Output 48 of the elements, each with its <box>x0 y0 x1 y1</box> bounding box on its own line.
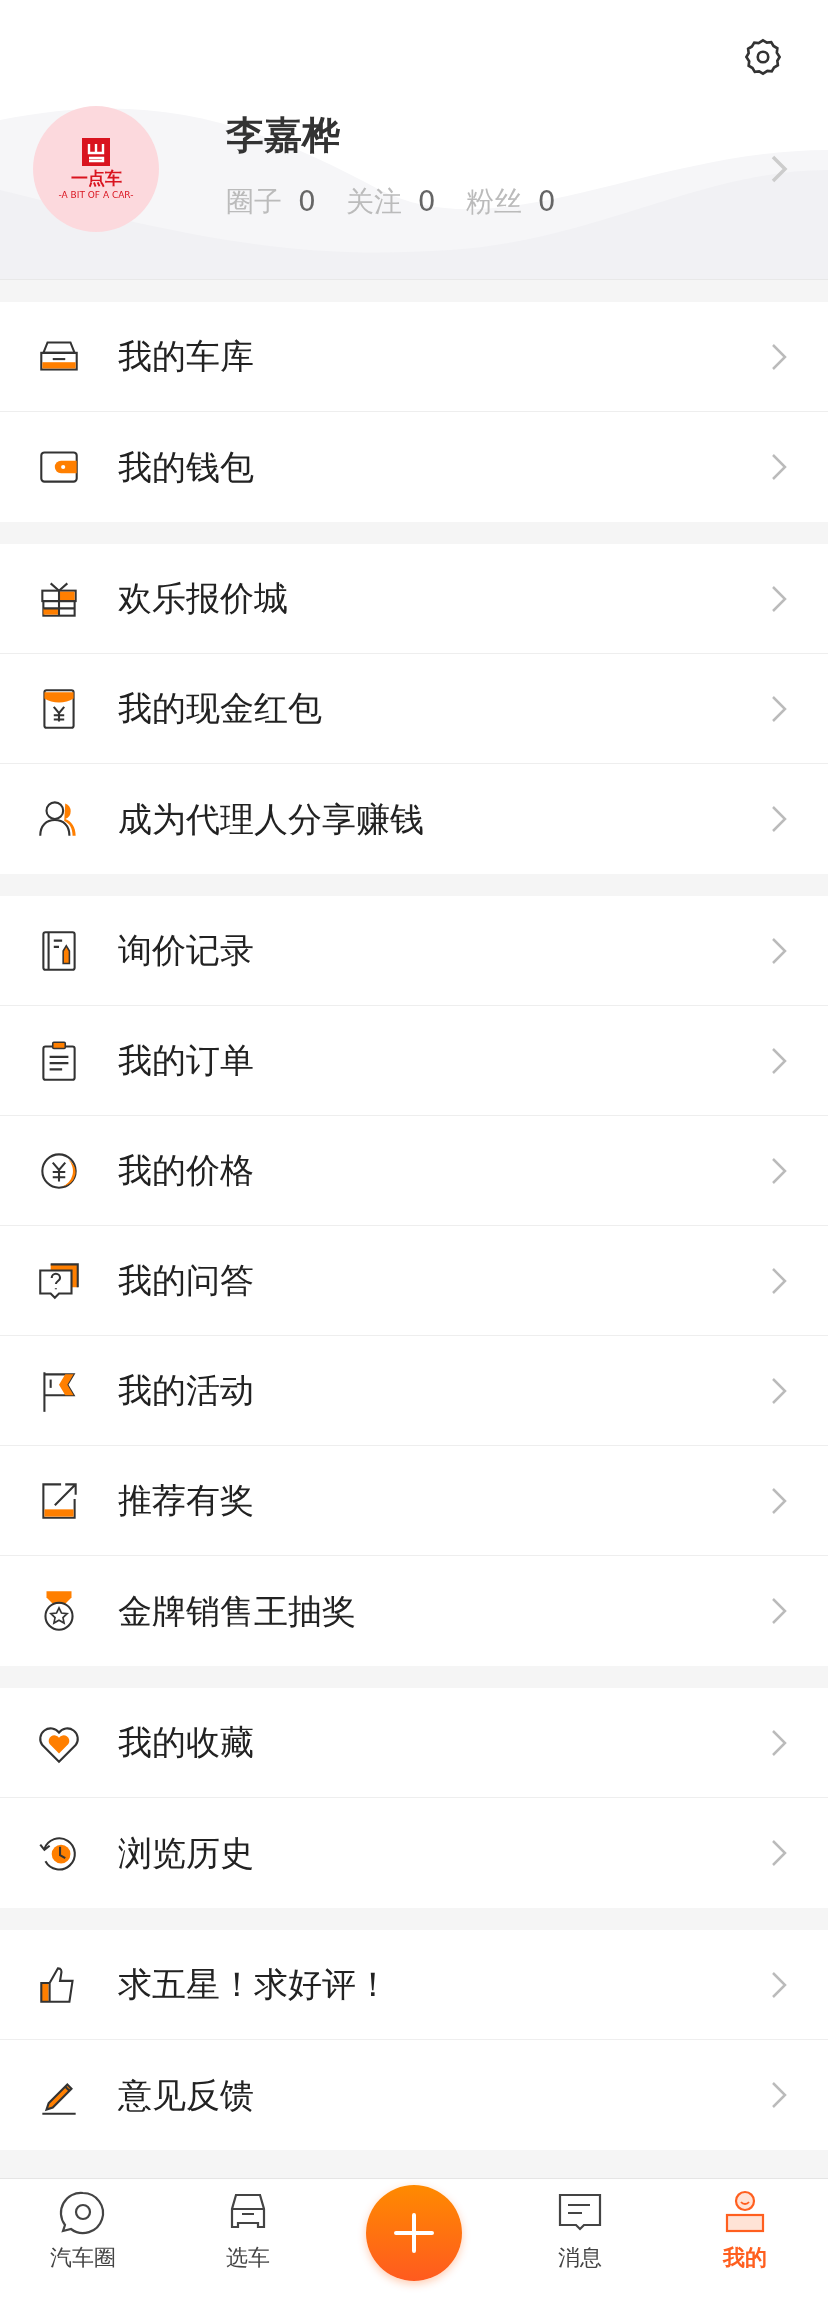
add-button[interactable] <box>366 2185 462 2281</box>
menu-item[interactable]: 我的现金红包 <box>0 654 828 764</box>
stat-label: 粉丝 <box>465 183 522 220</box>
chevron-right-icon <box>770 1045 788 1076</box>
menu-item[interactable]: 我的问答 <box>0 1226 828 1336</box>
chevron-right-icon <box>770 1265 788 1296</box>
chevron-right-icon <box>770 1596 788 1626</box>
chevron-right-icon <box>770 583 788 614</box>
menu-item[interactable]: 我的活动 <box>0 1336 828 1446</box>
menu-item[interactable]: 金牌销售王抽奖 <box>0 1556 828 1666</box>
menu-item[interactable]: 欢乐报价城 <box>0 544 828 654</box>
chevron-right-icon <box>770 935 788 966</box>
menu-item[interactable]: 推荐有奖 <box>0 1446 828 1556</box>
stat-value[interactable]: 0 <box>537 180 556 223</box>
chevron-right-icon <box>770 2080 788 2110</box>
tab-item[interactable]: 汽车圈 <box>49 2187 116 2274</box>
menu-item[interactable]: 意见反馈 <box>0 2040 828 2150</box>
logo-tagline: -A BIT OF A CAR- <box>58 191 134 200</box>
logo-icon <box>82 138 110 166</box>
stat-label: 关注 <box>345 183 402 220</box>
chevron-right-icon <box>770 452 788 482</box>
menu-item[interactable]: 询价记录 <box>0 896 828 1006</box>
chevron-right-icon <box>770 341 788 372</box>
tab-item[interactable]: 选车 <box>222 2187 275 2274</box>
chevron-right-icon <box>770 804 788 834</box>
menu-item[interactable]: 我的收藏 <box>0 1688 828 1798</box>
chevron-right-icon <box>770 1969 788 2000</box>
chevron-right-icon <box>770 1727 788 1758</box>
logo-text: 一点车 <box>70 170 122 187</box>
chevron-right-icon <box>770 1485 788 1516</box>
user-name: 李嘉桦 <box>226 115 341 157</box>
plus-icon <box>392 2211 436 2255</box>
stat-value[interactable]: 0 <box>298 180 316 223</box>
menu-item[interactable]: 我的车库 <box>0 302 828 412</box>
chevron-right-icon <box>770 1375 788 1406</box>
chevron-right-icon <box>770 1155 788 1186</box>
menu-item[interactable]: 我的价格 <box>0 1116 828 1226</box>
stat-value[interactable]: 0 <box>417 180 436 223</box>
menu-item[interactable]: 成为代理人分享赚钱 <box>0 764 828 874</box>
tab-item[interactable]: 消息 <box>553 2187 606 2274</box>
menu-item[interactable]: 我的订单 <box>0 1006 828 1116</box>
settings-icon[interactable] <box>742 36 784 78</box>
chevron-right-icon <box>770 1838 788 1868</box>
menu-item[interactable]: 浏览历史 <box>0 1798 828 1908</box>
menu-item[interactable]: 求五星！求好评！ <box>0 1930 828 2040</box>
menu-item[interactable]: 我的钱包 <box>0 412 828 522</box>
chevron-right-icon <box>770 693 788 724</box>
stat-label: 圈子 <box>226 183 282 220</box>
